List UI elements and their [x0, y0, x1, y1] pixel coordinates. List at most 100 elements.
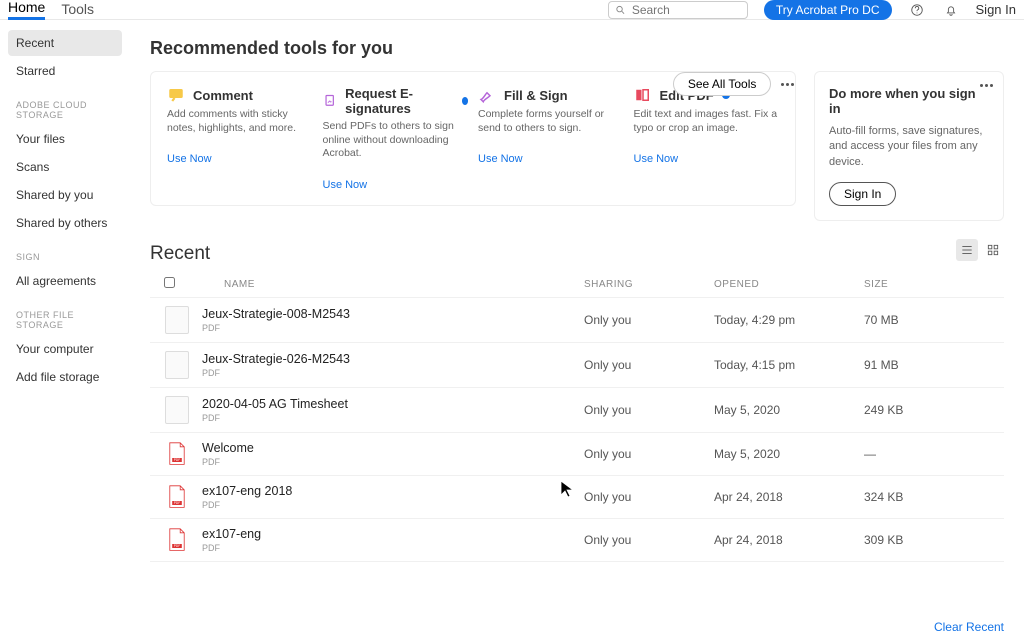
- main-area: Recommended tools for you Comment Add co…: [130, 20, 1024, 640]
- card-title: Comment: [193, 88, 253, 103]
- file-opened: May 5, 2020: [714, 403, 864, 417]
- card-fill-sign[interactable]: Fill & Sign Complete forms yourself or s…: [478, 86, 624, 191]
- card-request-signatures[interactable]: Request E-signatures Send PDFs to others…: [323, 86, 469, 191]
- signin-top-link[interactable]: Sign In: [976, 2, 1016, 17]
- use-now-link[interactable]: Use Now: [634, 153, 780, 165]
- file-sharing: Only you: [584, 403, 714, 417]
- col-size[interactable]: SIZE: [864, 279, 1004, 290]
- recommended-heading: Recommended tools for you: [150, 38, 393, 59]
- table-header: NAME SHARING OPENED SIZE: [150, 271, 1004, 297]
- edit-pdf-icon: [634, 86, 652, 104]
- file-opened: Today, 4:29 pm: [714, 313, 864, 327]
- file-size: 70 MB: [864, 313, 1004, 327]
- card-desc: Add comments with sticky notes, highligh…: [167, 108, 313, 135]
- pen-icon: [478, 86, 496, 104]
- file-sharing: Only you: [584, 313, 714, 327]
- file-type: PDF: [202, 413, 584, 423]
- info-badge-icon[interactable]: [462, 97, 468, 105]
- pdf-file-icon: PDF: [167, 442, 187, 466]
- list-view-icon[interactable]: [956, 239, 978, 261]
- card-desc: Send PDFs to others to sign online witho…: [323, 120, 469, 161]
- file-opened: Apr 24, 2018: [714, 490, 864, 504]
- bell-icon[interactable]: [942, 1, 960, 19]
- col-sharing[interactable]: SHARING: [584, 279, 714, 290]
- pdf-file-icon: PDF: [167, 485, 187, 509]
- sidebar-item-all-agreements[interactable]: All agreements: [8, 268, 122, 294]
- more-icon[interactable]: [980, 84, 993, 87]
- file-row[interactable]: PDFWelcomePDFOnly youMay 5, 2020—: [150, 432, 1004, 475]
- file-opened: May 5, 2020: [714, 447, 864, 461]
- help-icon[interactable]: [908, 1, 926, 19]
- file-sharing: Only you: [584, 533, 714, 547]
- sidebar-item-add-file-storage[interactable]: Add file storage: [8, 364, 122, 390]
- comment-icon: [167, 86, 185, 104]
- nav-tools[interactable]: Tools: [61, 1, 94, 19]
- use-now-link[interactable]: Use Now: [478, 153, 624, 165]
- file-type: PDF: [202, 368, 584, 378]
- grid-view-icon[interactable]: [982, 239, 1004, 261]
- sidebar-item-shared-by-you[interactable]: Shared by you: [8, 182, 122, 208]
- file-sharing: Only you: [584, 358, 714, 372]
- file-row[interactable]: Jeux-Strategie-008-M2543PDFOnly youToday…: [150, 297, 1004, 342]
- promo-body: Auto-fill forms, save signatures, and ac…: [829, 124, 989, 170]
- try-pro-button[interactable]: Try Acrobat Pro DC: [764, 0, 892, 20]
- file-sharing: Only you: [584, 447, 714, 461]
- file-name: Jeux-Strategie-026-M2543: [202, 352, 584, 366]
- file-name: Welcome: [202, 441, 584, 455]
- sidebar-head-other: OTHER FILE STORAGE: [8, 296, 122, 334]
- sidebar: Recent Starred ADOBE CLOUD STORAGE Your …: [0, 20, 130, 640]
- card-desc: Complete forms yourself or send to other…: [478, 108, 624, 135]
- see-all-tools-button[interactable]: See All Tools: [673, 72, 772, 96]
- file-thumbnail: [165, 351, 189, 379]
- file-size: 91 MB: [864, 358, 1004, 372]
- clear-recent-link[interactable]: Clear Recent: [934, 620, 1004, 634]
- col-name[interactable]: NAME: [190, 279, 584, 290]
- file-row[interactable]: PDFex107-eng 2018PDFOnly youApr 24, 2018…: [150, 475, 1004, 518]
- recent-heading: Recent: [150, 243, 1004, 265]
- file-opened: Today, 4:15 pm: [714, 358, 864, 372]
- search-input-wrap[interactable]: [608, 1, 748, 19]
- svg-text:PDF: PDF: [174, 458, 180, 462]
- signin-promo-panel: Do more when you sign in Auto-fill forms…: [814, 71, 1004, 221]
- file-row[interactable]: 2020-04-05 AG Timesheet PDFOnly youMay 5,…: [150, 387, 1004, 432]
- file-type: PDF: [202, 500, 584, 510]
- file-list: Jeux-Strategie-008-M2543PDFOnly youToday…: [150, 297, 1004, 562]
- file-name: 2020-04-05 AG Timesheet: [202, 397, 584, 411]
- file-row[interactable]: PDFex107-engPDFOnly youApr 24, 2018309 K…: [150, 518, 1004, 562]
- use-now-link[interactable]: Use Now: [323, 179, 469, 191]
- nav-home[interactable]: Home: [8, 0, 45, 20]
- file-thumbnail: [165, 396, 189, 424]
- sidebar-head-sign: SIGN: [8, 238, 122, 266]
- search-input[interactable]: [626, 3, 741, 17]
- card-title: Request E-signatures: [345, 86, 453, 116]
- file-size: —: [864, 447, 1004, 461]
- file-size: 309 KB: [864, 533, 1004, 547]
- select-all-checkbox[interactable]: [164, 277, 175, 288]
- card-desc: Edit text and images fast. Fix a typo or…: [634, 108, 780, 135]
- file-type: PDF: [202, 457, 584, 467]
- promo-title: Do more when you sign in: [829, 86, 989, 116]
- card-comment[interactable]: Comment Add comments with sticky notes, …: [167, 86, 313, 191]
- file-opened: Apr 24, 2018: [714, 533, 864, 547]
- recommended-cards: Comment Add comments with sticky notes, …: [150, 71, 796, 206]
- col-opened[interactable]: OPENED: [714, 279, 864, 290]
- use-now-link[interactable]: Use Now: [167, 153, 313, 165]
- svg-text:PDF: PDF: [174, 501, 180, 505]
- sidebar-item-starred[interactable]: Starred: [8, 58, 122, 84]
- more-icon[interactable]: [781, 83, 794, 86]
- sidebar-item-your-computer[interactable]: Your computer: [8, 336, 122, 362]
- sidebar-item-scans[interactable]: Scans: [8, 154, 122, 180]
- file-type: PDF: [202, 543, 584, 553]
- sidebar-head-cloud: ADOBE CLOUD STORAGE: [8, 86, 122, 124]
- file-name: Jeux-Strategie-008-M2543: [202, 307, 584, 321]
- sidebar-item-recent[interactable]: Recent: [8, 30, 122, 56]
- file-name: ex107-eng: [202, 527, 584, 541]
- signin-button[interactable]: Sign In: [829, 182, 896, 206]
- svg-text:PDF: PDF: [174, 544, 180, 548]
- sidebar-item-your-files[interactable]: Your files: [8, 126, 122, 152]
- top-bar: Home Tools Try Acrobat Pro DC Sign In: [0, 0, 1024, 20]
- signature-icon: [323, 92, 338, 110]
- file-row[interactable]: Jeux-Strategie-026-M2543 PDFOnly youToday…: [150, 342, 1004, 387]
- card-edit-pdf[interactable]: Edit PDF Edit text and images fast. Fix …: [634, 86, 780, 191]
- sidebar-item-shared-by-others[interactable]: Shared by others: [8, 210, 122, 236]
